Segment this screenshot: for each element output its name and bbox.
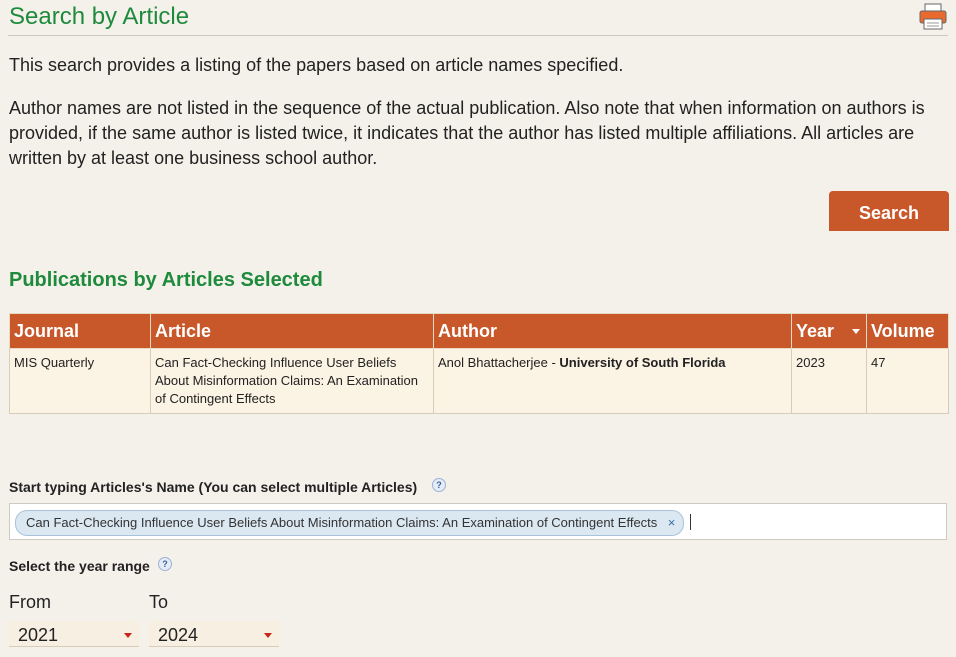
column-header-author[interactable]: Author	[433, 313, 792, 349]
column-header-journal[interactable]: Journal	[9, 313, 151, 349]
results-table: Journal Article Author Year Volume MIS Q…	[9, 313, 949, 414]
results-title: Publications by Articles Selected	[9, 269, 323, 291]
title-divider	[8, 35, 948, 36]
year-range-label: Select the year range	[9, 558, 150, 574]
to-year-select[interactable]: 2024	[149, 621, 279, 647]
column-header-year[interactable]: Year	[791, 313, 867, 349]
help-icon[interactable]: ?	[432, 478, 446, 492]
cell-year: 2023	[791, 348, 867, 414]
chevron-down-icon	[264, 633, 272, 638]
intro-note-line: written by at least one business school …	[9, 148, 378, 168]
cell-volume: 47	[866, 348, 949, 414]
cell-author: Anol Bhattacherjee - University of South…	[433, 348, 792, 414]
page-title: Search by Article	[9, 3, 190, 30]
to-label: To	[149, 592, 169, 612]
column-header-volume[interactable]: Volume	[866, 313, 949, 349]
intro-note: Author names are not listed in the seque…	[9, 96, 939, 171]
cell-journal: MIS Quarterly	[9, 348, 151, 414]
sort-desc-icon[interactable]	[852, 329, 860, 334]
from-label: From	[9, 592, 51, 612]
author-name: Anol Bhattacherjee -	[438, 355, 560, 370]
from-year-value: 2021	[18, 625, 59, 645]
to-year-value: 2024	[158, 625, 199, 645]
table-row: MIS Quarterly Can Fact-Checking Influenc…	[9, 348, 949, 414]
article-filter-label: Start typing Articles's Name (You can se…	[9, 479, 418, 495]
text-cursor	[690, 514, 691, 530]
chevron-down-icon	[124, 633, 132, 638]
help-icon[interactable]: ?	[158, 557, 172, 571]
remove-chip-icon[interactable]: ×	[668, 511, 676, 535]
author-affiliation: University of South Florida	[559, 355, 726, 370]
column-header-article[interactable]: Article	[150, 313, 434, 349]
intro-note-line: provided, if the same author is listed t…	[9, 123, 915, 143]
printer-icon[interactable]	[918, 3, 948, 31]
cell-article: Can Fact-Checking Influence User Beliefs…	[150, 348, 434, 414]
article-search-input[interactable]: Can Fact-Checking Influence User Beliefs…	[9, 503, 947, 540]
column-header-year-label: Year	[796, 320, 835, 341]
selected-article-label: Can Fact-Checking Influence User Beliefs…	[26, 515, 658, 530]
table-header-row: Journal Article Author Year Volume	[9, 313, 949, 349]
search-articles-button[interactable]: Search Articles	[829, 191, 949, 231]
selected-article-chip: Can Fact-Checking Influence User Beliefs…	[15, 510, 685, 536]
from-year-select[interactable]: 2021	[9, 621, 139, 647]
intro-text: This search provides a listing of the pa…	[9, 55, 624, 75]
intro-note-line: Author names are not listed in the seque…	[9, 98, 925, 118]
